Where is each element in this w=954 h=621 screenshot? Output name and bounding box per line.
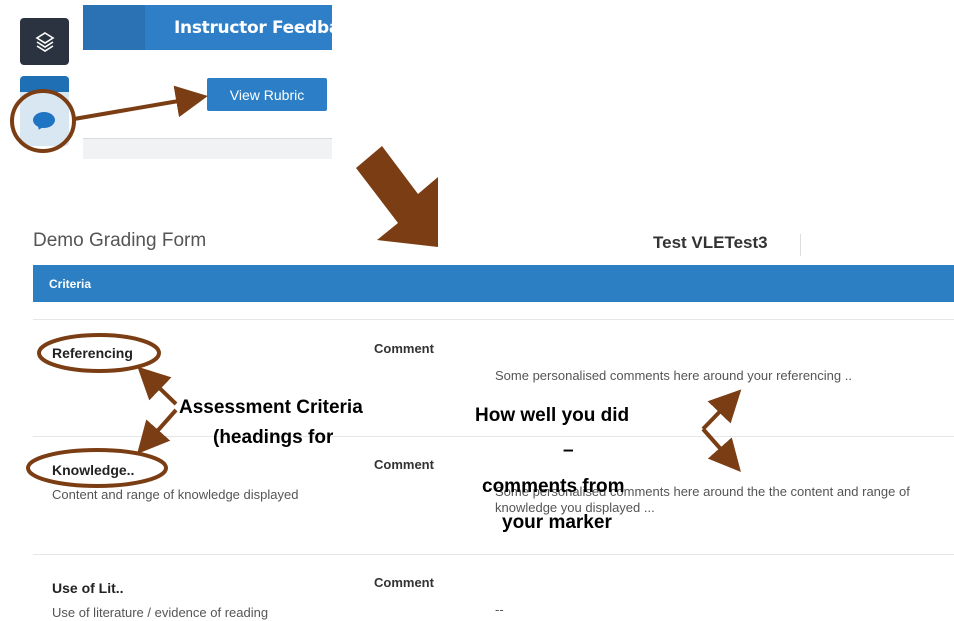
arrow (701, 427, 741, 472)
annotation-criteria-line1: Assessment Criteria (179, 397, 363, 418)
arrow (137, 408, 178, 454)
arrow (137, 366, 178, 406)
arrow (701, 389, 742, 431)
big-arrow (356, 146, 438, 247)
highlight-circle (10, 89, 76, 153)
annotation-how-line3: comments from (482, 476, 625, 497)
annotation-overlay (10, 85, 742, 488)
annotation-how-line2: – (563, 440, 574, 461)
annotation-how-line1: How well you did (475, 405, 630, 426)
annotation-criteria-line2: (headings for (213, 427, 334, 448)
highlight-circle (26, 448, 168, 488)
highlight-circle (37, 333, 161, 373)
annotation-how-line4: your marker (502, 512, 612, 533)
arrow (73, 85, 208, 121)
